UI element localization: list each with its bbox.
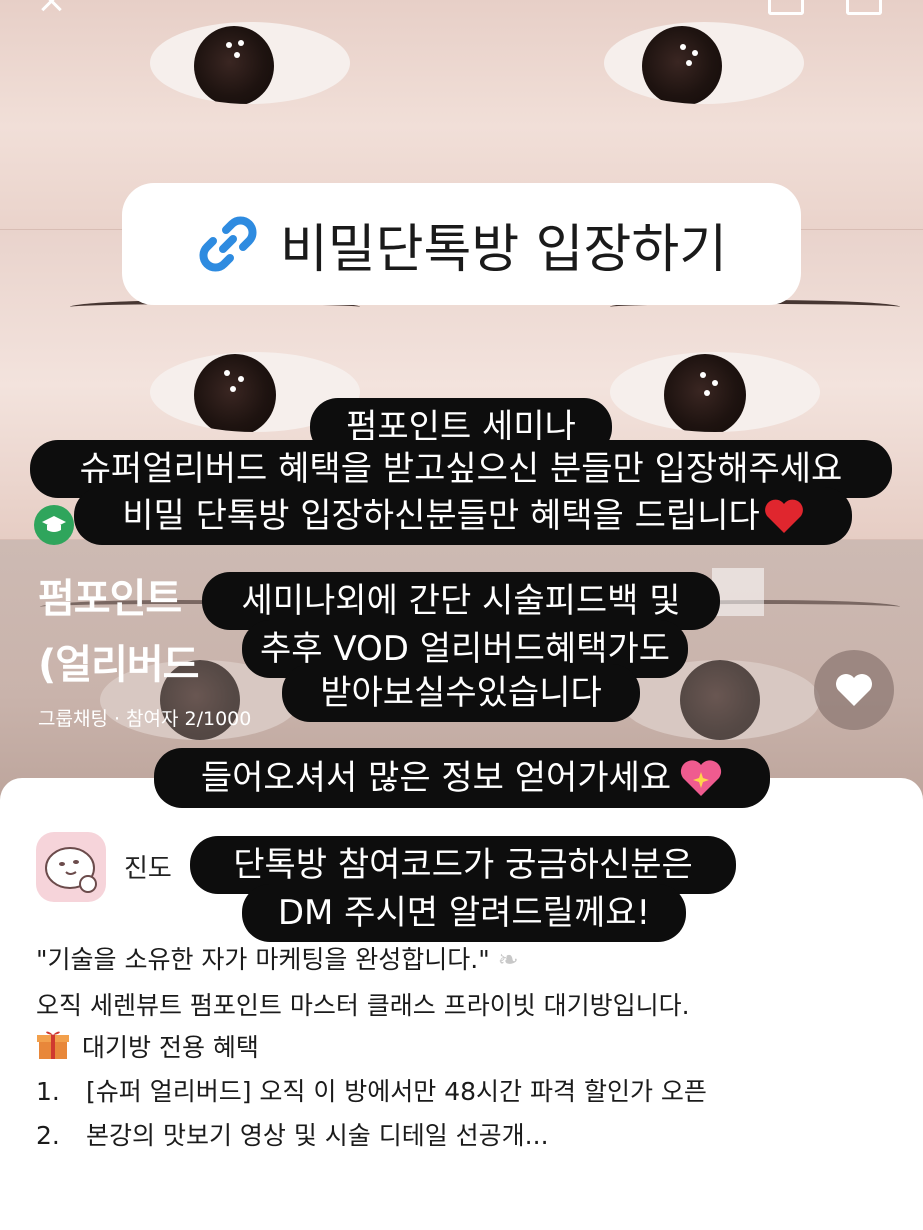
share-icon[interactable] xyxy=(846,0,882,15)
link-icon xyxy=(199,216,257,272)
host-avatar xyxy=(36,832,106,902)
link-sticker[interactable]: 비밀단톡방 입장하기 xyxy=(122,183,801,305)
graduation-cap-icon xyxy=(34,505,74,545)
qr-code-icon[interactable] xyxy=(768,0,804,15)
link-sticker-label: 비밀단톡방 입장하기 xyxy=(279,219,728,280)
benefit-item: 1. [슈퍼 얼리버드] 오직 이 방에서만 48시간 파격 할인가 오픈 xyxy=(36,1077,707,1106)
room-meta: 그룹채팅 · 참여자 2/1000 xyxy=(38,708,252,730)
room-title-line1: 펌포인트 xyxy=(38,576,182,622)
close-icon[interactable] xyxy=(34,0,68,14)
story-text-sticker: 들어오셔서 많은 정보 얻어가세요 xyxy=(154,748,770,808)
faded-label xyxy=(712,568,764,616)
description-quote: "기술을 소유한 자가 마케팅을 완성합니다." ❧ xyxy=(36,945,519,974)
heart-icon xyxy=(836,674,872,706)
story-text-sticker: DM 주시면 알려드릴께요! xyxy=(242,884,686,942)
gift-icon xyxy=(36,1028,70,1060)
description-intro: 오직 세렌뷰트 펌포인트 마스터 클래스 프라이빗 대기방입니다. xyxy=(36,991,690,1020)
story-text-sticker: 비밀 단톡방 입장하신분들만 혜택을 드립니다 xyxy=(74,487,852,545)
host-name: 진도 xyxy=(124,854,172,884)
benefit-item: 2. 본강의 맛보기 영상 및 시술 디테일 선공개... xyxy=(36,1121,549,1150)
red-heart-icon xyxy=(764,499,803,533)
feather-icon: ❧ xyxy=(497,945,519,974)
story-text-sticker: 받아보실수있습니다 xyxy=(282,664,640,722)
like-button[interactable] xyxy=(814,650,894,730)
room-title-line2: (얼리버드 xyxy=(38,642,199,688)
benefit-header: 대기방 전용 혜택 xyxy=(36,1028,259,1064)
sparkling-heart-icon xyxy=(681,760,722,796)
